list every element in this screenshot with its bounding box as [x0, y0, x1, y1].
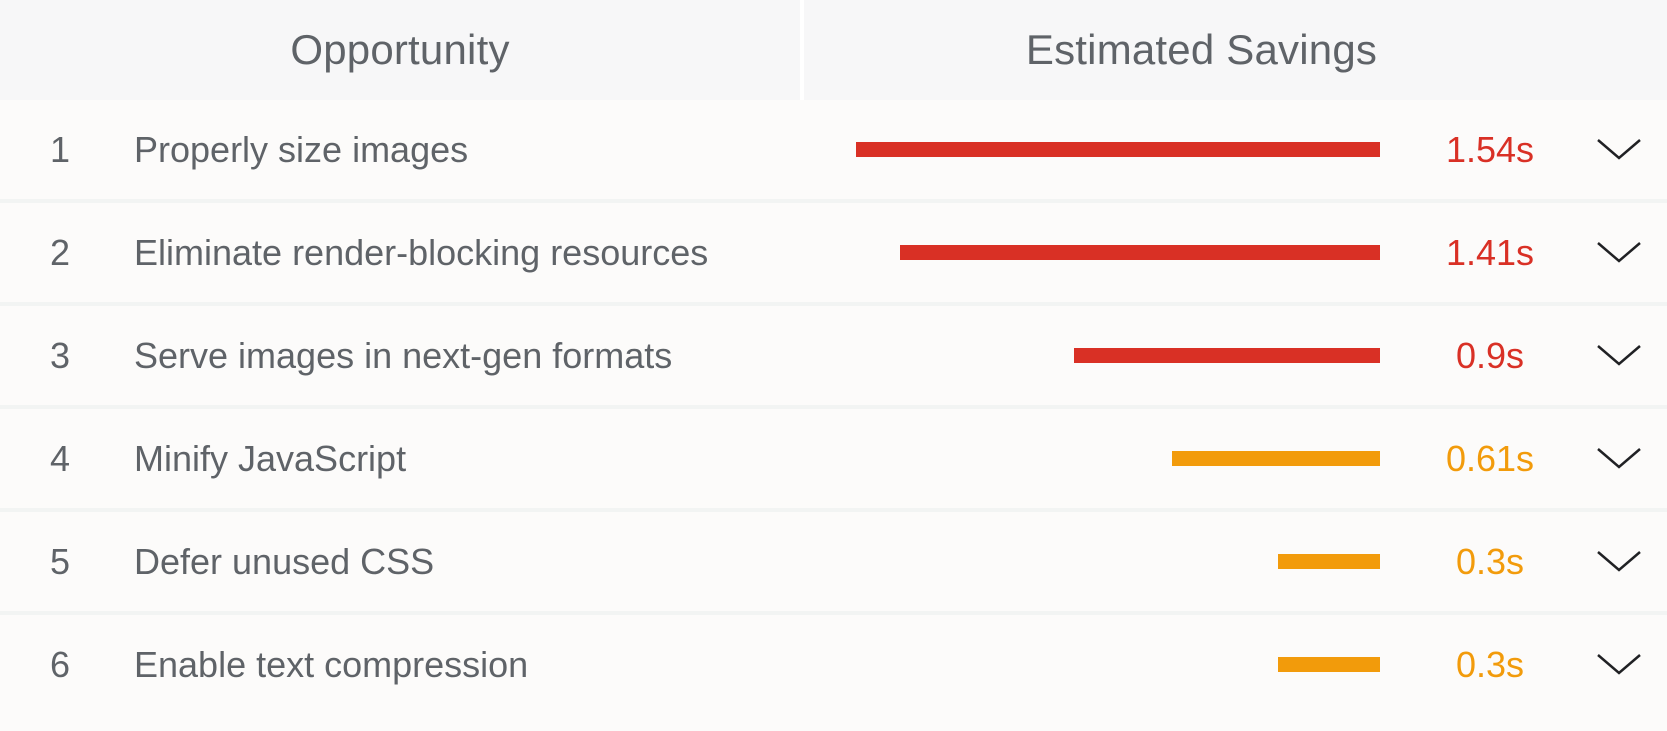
chevron-down-icon[interactable] — [1596, 340, 1642, 370]
opportunity-index: 6 — [49, 643, 71, 685]
savings-value: 0.61s — [1445, 437, 1535, 479]
opportunity-row[interactable]: 2 Eliminate render-blocking resources 1.… — [0, 203, 1667, 306]
opportunity-column-header: Opportunity — [0, 0, 804, 100]
opportunity-list: 1 Properly size images 1.54s 2 Eliminate… — [0, 100, 1667, 714]
opportunity-row[interactable]: 6 Enable text compression 0.3s — [0, 615, 1667, 714]
savings-value: 1.54s — [1445, 128, 1535, 170]
table-header: Opportunity Estimated Savings — [0, 0, 1667, 100]
opportunity-title: Defer unused CSS — [134, 540, 435, 582]
savings-value: 0.3s — [1455, 643, 1525, 685]
opportunity-row[interactable]: 4 Minify JavaScript 0.61s — [0, 409, 1667, 512]
opportunity-index: 4 — [49, 437, 71, 479]
savings-bar — [900, 245, 1380, 260]
chevron-down-icon[interactable] — [1596, 237, 1642, 267]
savings-value: 0.3s — [1455, 540, 1525, 582]
savings-value: 0.9s — [1455, 334, 1525, 376]
opportunity-title: Properly size images — [134, 128, 469, 170]
opportunity-row[interactable]: 5 Defer unused CSS 0.3s — [0, 512, 1667, 615]
opportunity-index: 2 — [49, 231, 71, 273]
opportunity-index: 1 — [49, 128, 71, 170]
estimated-savings-column-header: Estimated Savings — [1025, 26, 1378, 73]
savings-bar — [1074, 348, 1380, 363]
chevron-down-icon[interactable] — [1596, 649, 1642, 679]
opportunity-title: Serve images in next-gen formats — [134, 334, 673, 376]
opportunity-row[interactable]: 3 Serve images in next-gen formats 0.9s — [0, 306, 1667, 409]
opportunities-table: Opportunity Estimated Savings 1 Properly… — [0, 0, 1667, 731]
opportunity-row[interactable]: 1 Properly size images 1.54s — [0, 100, 1667, 203]
savings-bar — [1278, 554, 1380, 569]
savings-bar — [856, 142, 1380, 157]
chevron-down-icon[interactable] — [1596, 546, 1642, 576]
chevron-down-icon[interactable] — [1596, 134, 1642, 164]
opportunity-index: 5 — [49, 540, 71, 582]
opportunity-index: 3 — [49, 334, 71, 376]
opportunity-title: Enable text compression — [134, 643, 529, 685]
savings-value: 1.41s — [1445, 231, 1535, 273]
savings-bar — [1278, 657, 1380, 672]
opportunity-title: Minify JavaScript — [134, 437, 407, 479]
chevron-down-icon[interactable] — [1596, 443, 1642, 473]
savings-bar — [1172, 451, 1380, 466]
opportunity-title: Eliminate render-blocking resources — [134, 231, 709, 273]
